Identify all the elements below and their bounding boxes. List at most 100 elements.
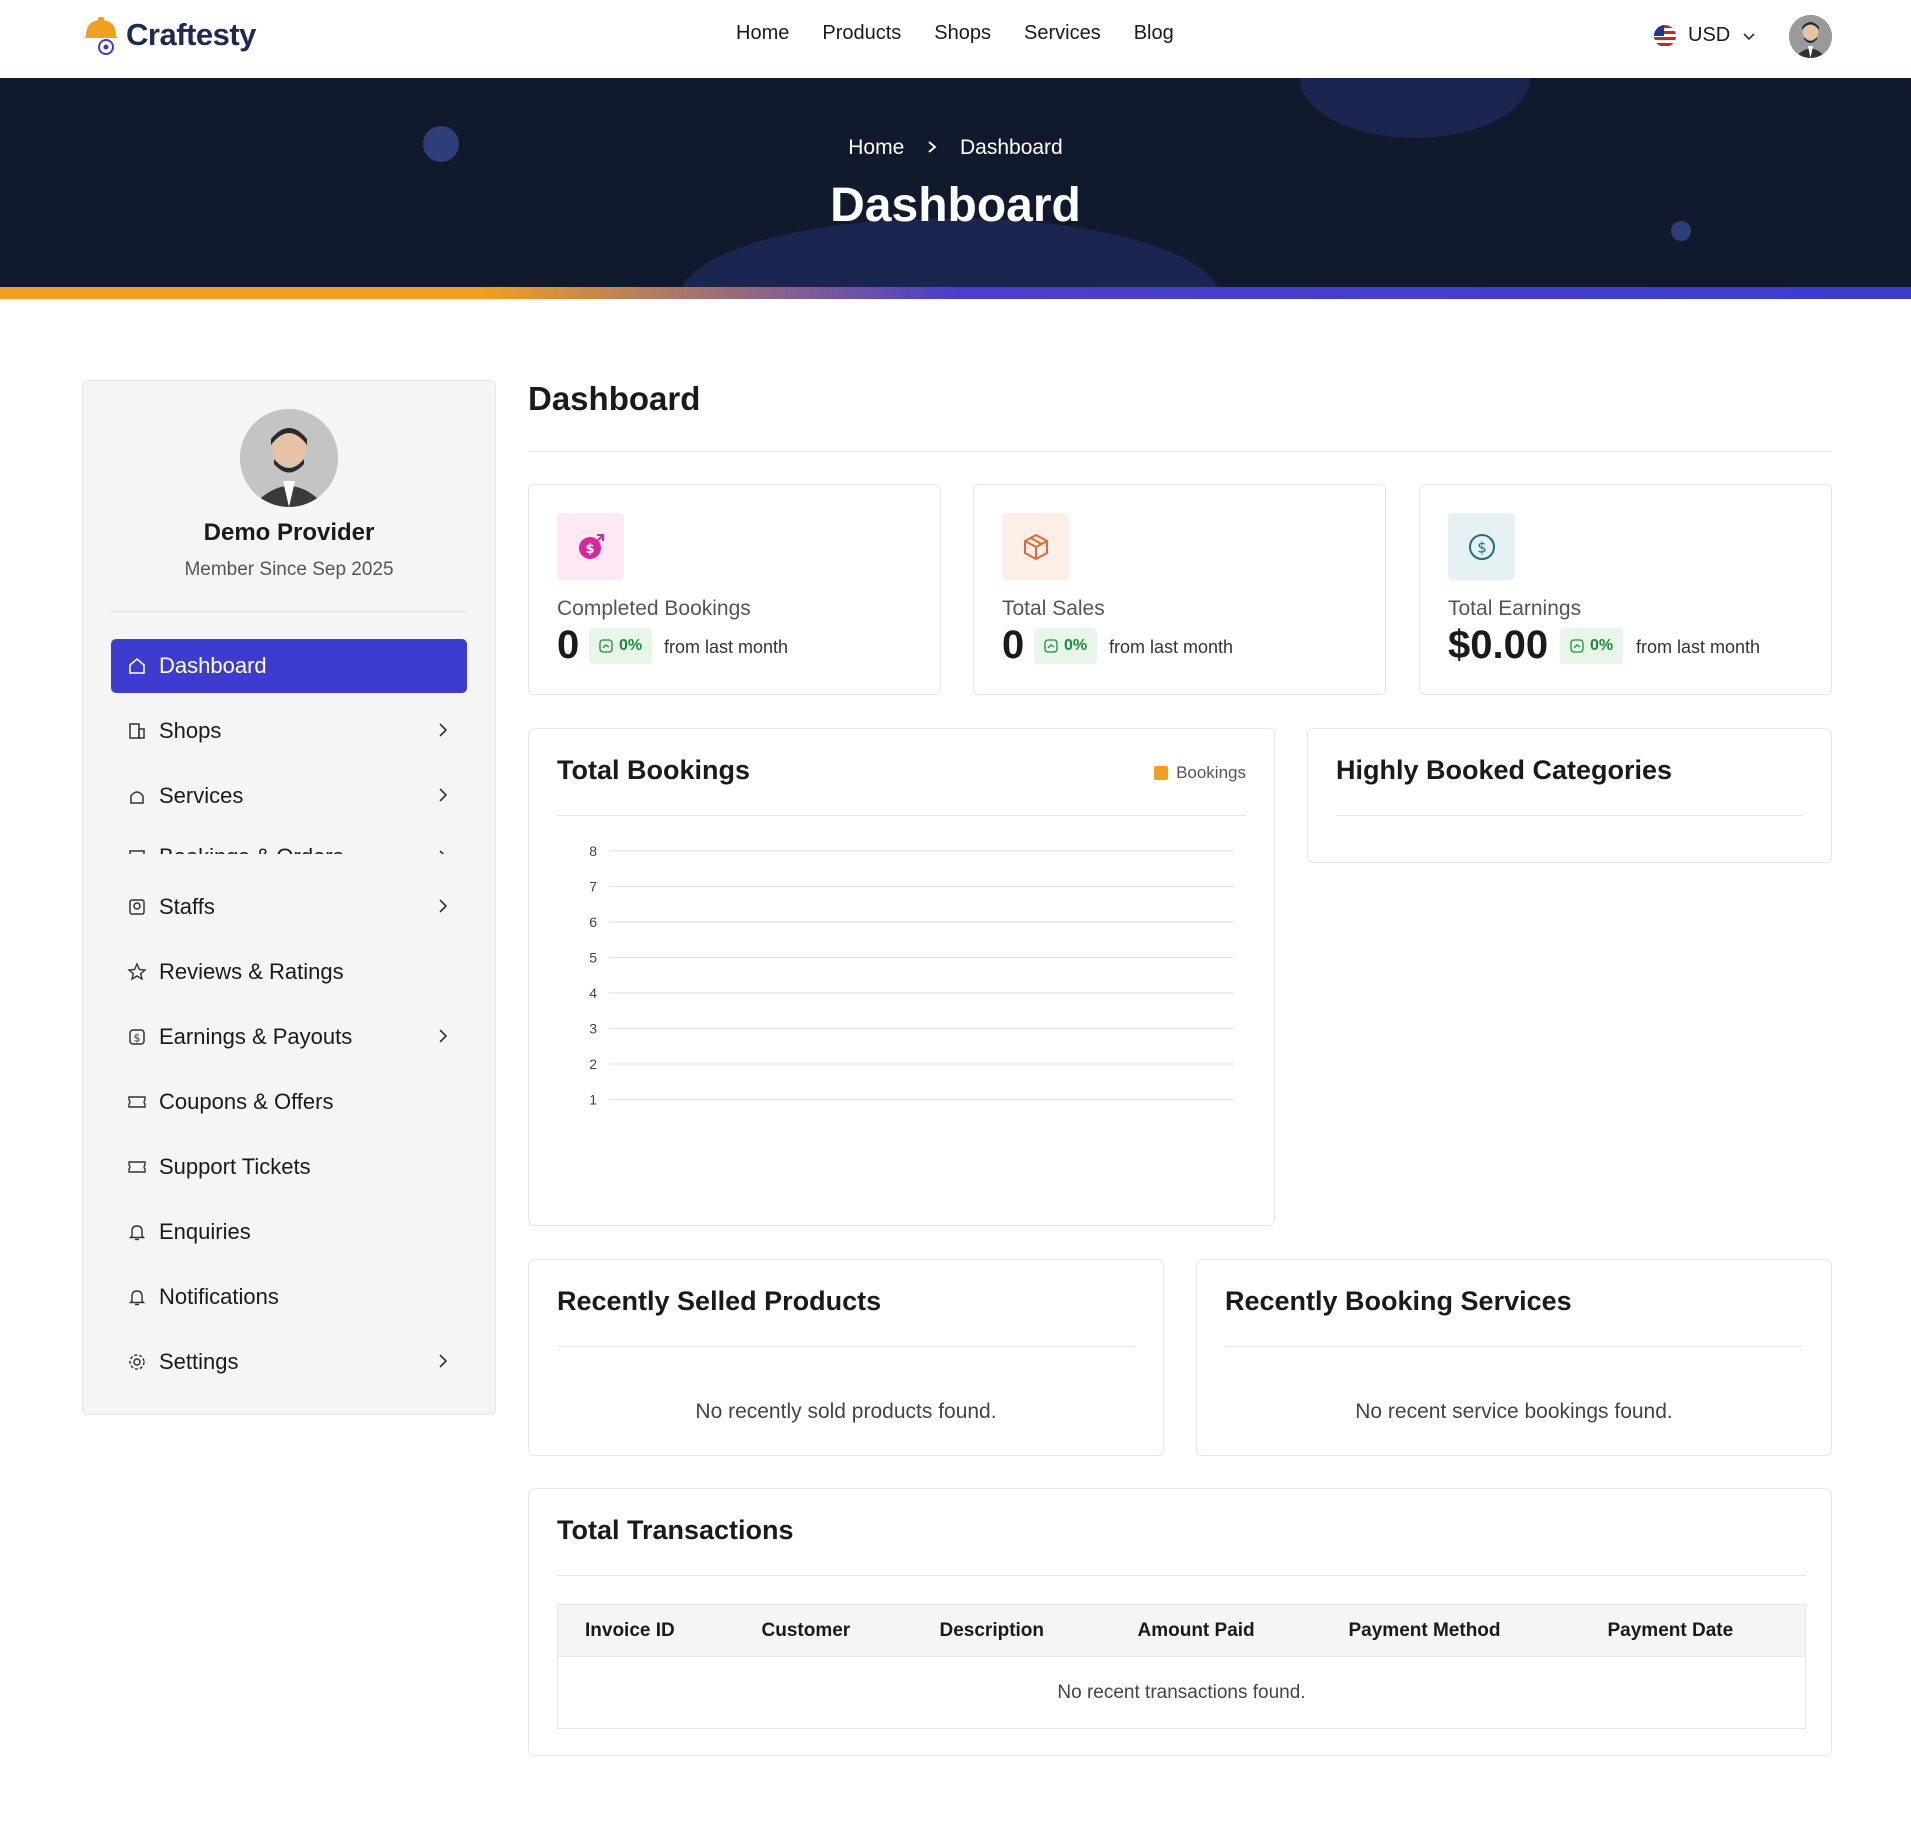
column-header[interactable]: Amount Paid [1110,1604,1322,1657]
gear-icon [127,1352,147,1372]
sidebar-item-notifications[interactable]: Notifications [111,1270,467,1324]
avatar-photo-icon [1789,15,1832,58]
stat-label: Completed Bookings [557,597,751,620]
trend-icon [599,639,613,653]
ticket-icon [127,1157,147,1177]
sidebar-item-settings[interactable]: Settings [111,1335,467,1389]
bookings-icon [127,847,147,854]
sidebar-item-label: Staffs [159,894,215,919]
ticket-icon [127,1092,147,1112]
user-avatar[interactable] [1789,15,1832,58]
chevron-right-icon [439,850,445,854]
sidebar-item-label: Coupons & Offers [159,1089,334,1114]
avatar-photo-icon [240,409,338,507]
card-title: Recently Booking Services [1225,1286,1572,1316]
column-header[interactable]: Customer [734,1604,913,1657]
sidebar-item-dashboard[interactable]: Dashboard [111,639,467,693]
sidebar-item-label: Support Tickets [159,1154,311,1179]
total-bookings-card: Total Bookings Bookings 8 7 6 5 4 3 2 1 0 [528,728,1275,1226]
nav-home[interactable]: Home [736,22,789,45]
main-nav: Home Products Shops Services Blog [736,22,1174,45]
sidebar-item-support[interactable]: Support Tickets [111,1140,467,1194]
table-header-row: Invoice ID Customer Description Amount P… [557,1604,1806,1657]
nav-blog[interactable]: Blog [1134,22,1174,45]
sidebar-item-label: Settings [159,1349,239,1374]
shop-icon [127,721,147,741]
top-navbar: Craftesty Home Products Shops Services B… [0,0,1911,78]
card-title: Highly Booked Categories [1336,755,1673,785]
sidebar-item-coupons[interactable]: Coupons & Offers [111,1075,467,1129]
divider [1336,815,1803,816]
column-header[interactable]: Payment Method [1321,1604,1581,1657]
stat-card-total-earnings: $ Total Earnings $0.00 0% from last mont… [1419,484,1832,695]
brand-name: Craftesty [126,17,256,52]
column-header[interactable]: Description [912,1604,1111,1657]
y-tick-label: 4 [589,985,597,1001]
breadcrumb-home[interactable]: Home [848,136,904,159]
recent-products-card: Recently Selled Products No recently sol… [528,1259,1164,1456]
transactions-table: Invoice ID Customer Description Amount P… [557,1604,1806,1729]
y-tick-label: 6 [589,914,597,930]
change-badge: 0% [1560,628,1624,664]
sidebar-item-staffs[interactable]: Staffs [111,880,467,934]
empty-message: No recent transactions found. [1057,1681,1306,1703]
chart-legend[interactable]: Bookings [1154,763,1246,783]
nav-shops[interactable]: Shops [934,22,991,45]
change-value: 0% [619,637,643,654]
sidebar-item-label: Notifications [159,1284,279,1309]
chevron-right-icon [439,1029,448,1043]
currency-selector[interactable]: USD [1654,24,1756,47]
y-tick-label: 2 [589,1056,597,1072]
chevron-down-icon [1743,32,1755,40]
stat-label: Total Sales [1002,597,1105,620]
nav-products[interactable]: Products [822,22,901,45]
sidebar-item-label: Earnings & Payouts [159,1024,353,1049]
y-tick-label: 7 [589,879,597,895]
currency-code: USD [1688,24,1731,46]
nav-services[interactable]: Services [1024,22,1101,45]
box-icon [1002,513,1069,580]
chevron-right-icon [439,1354,448,1368]
sidebar-item-label: Shops [159,718,222,743]
section-title: Dashboard [528,380,701,417]
empty-message: No recent service bookings found. [1355,1400,1673,1423]
sidebar-item-enquiries[interactable]: Enquiries [111,1205,467,1259]
sidebar-item-earnings[interactable]: $ Earnings & Payouts [111,1010,467,1064]
services-icon [127,786,147,806]
change-badge: 0% [1034,628,1098,664]
logo[interactable]: Craftesty [82,14,256,56]
y-tick-label: 0 [589,1127,597,1129]
decor-blob [1300,78,1530,138]
sidebar-item-label: Services [159,783,244,808]
divider [111,611,467,612]
profile-name: Demo Provider [203,519,375,546]
legend-swatch [1154,766,1169,780]
divider [557,815,1246,816]
card-title: Total Bookings [557,755,750,785]
svg-text:$: $ [585,542,594,557]
trend-icon [1570,639,1584,653]
divider [528,451,1832,452]
hero-gradient-bar [0,287,1911,299]
sidebar-item-reviews[interactable]: Reviews & Ratings [111,945,467,999]
page-title: Dashboard [830,179,1081,232]
chevron-right-icon [439,899,448,913]
chevron-right-icon [439,788,448,802]
column-header[interactable]: Invoice ID [557,1604,735,1657]
stat-value: 0 [1002,623,1025,667]
divider [557,1346,1135,1347]
sidebar-item-bookings[interactable]: Bookings & Orders [111,814,467,854]
empty-message: No recently sold products found. [695,1400,997,1423]
sidebar-item-shops[interactable]: Shops [111,704,467,758]
dollar-icon: $ [127,1027,147,1047]
stat-label: Total Earnings [1448,597,1582,620]
chevron-right-icon [439,723,448,737]
bookings-line-chart: 8 7 6 5 4 3 2 1 0 [589,843,1234,1129]
stat-card-total-sales: Total Sales 0 0% from last month [973,484,1386,695]
svg-text:$: $ [134,1032,141,1045]
bell-icon [127,1222,147,1242]
staff-icon [127,897,147,917]
column-header[interactable]: Payment Date [1580,1604,1806,1657]
y-tick-label: 3 [589,1021,597,1037]
stat-period: from last month [664,637,789,657]
